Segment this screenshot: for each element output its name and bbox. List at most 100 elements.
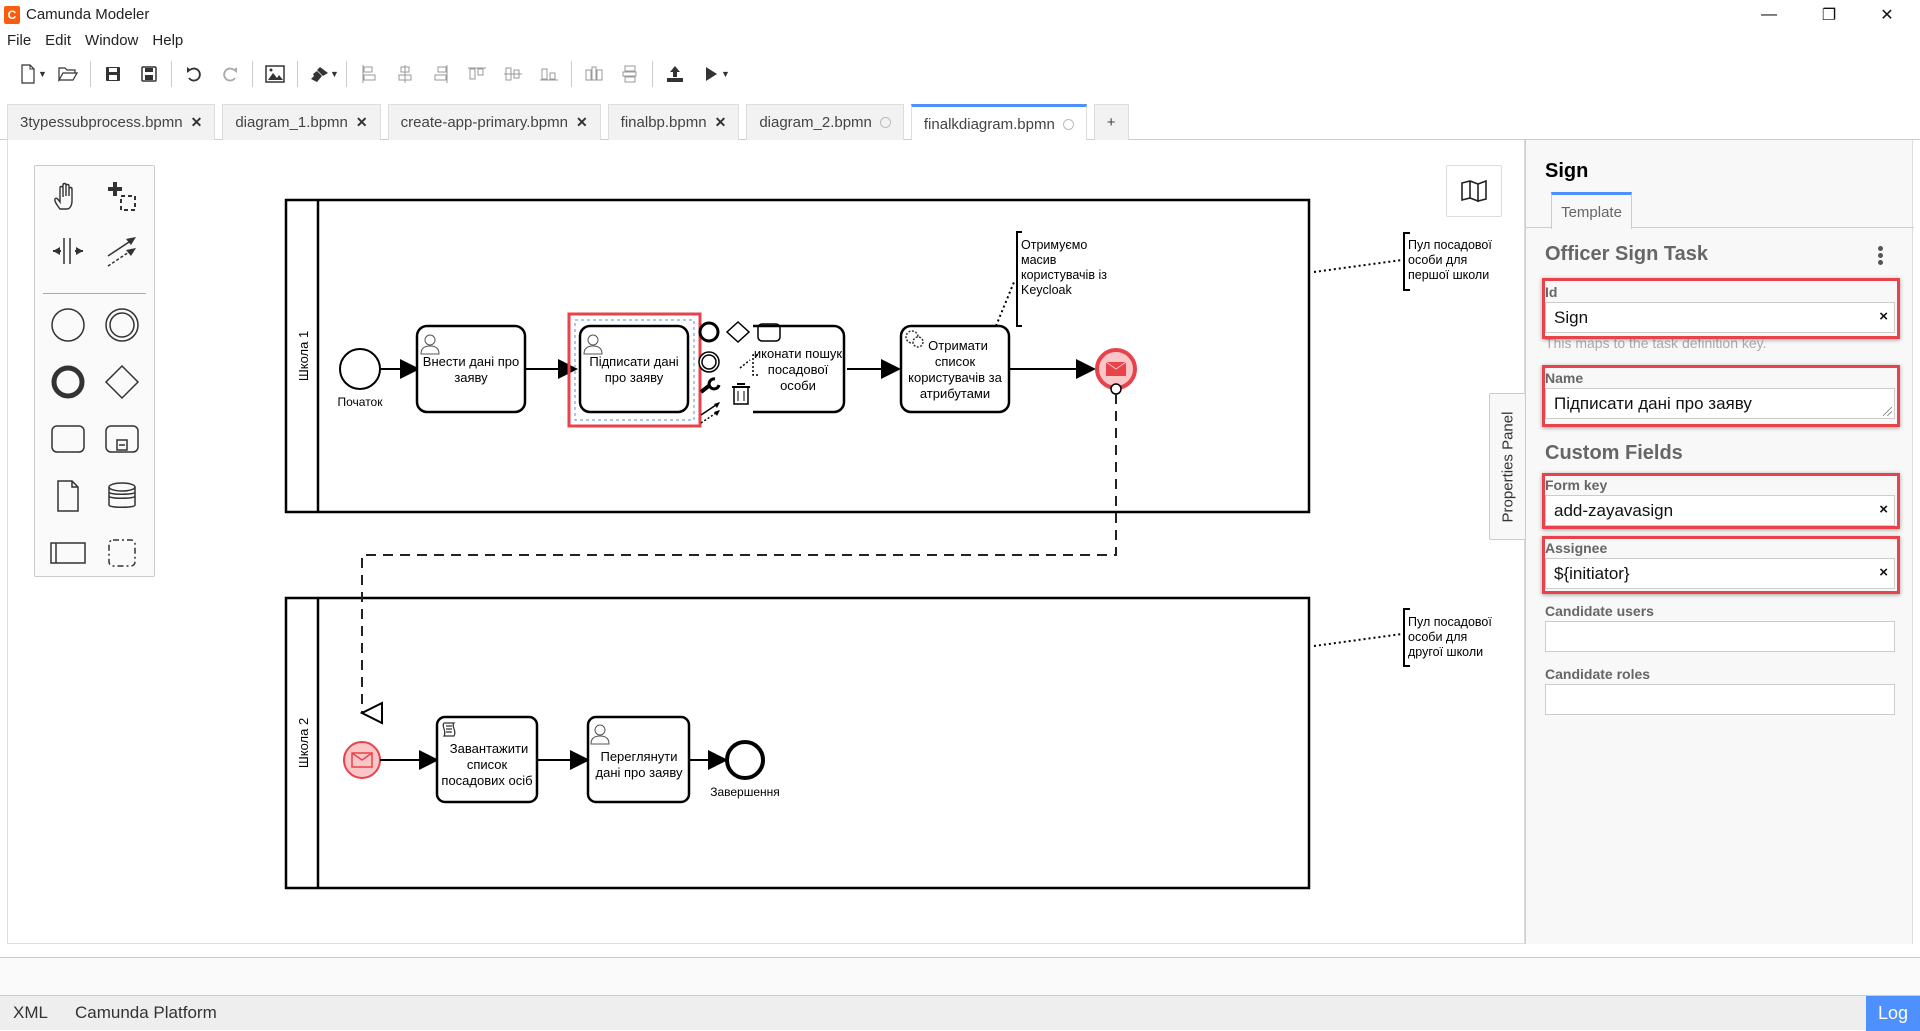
close-tab-icon[interactable]: ✕: [715, 114, 727, 131]
align-center-button[interactable]: [387, 59, 423, 89]
execution-platform-button[interactable]: Camunda Platform: [75, 1003, 217, 1023]
maximize-button[interactable]: ❐: [1800, 0, 1858, 30]
xml-view-button[interactable]: XML: [13, 1003, 48, 1023]
trash-icon[interactable]: [732, 383, 750, 405]
clear-icon[interactable]: ×: [1879, 308, 1888, 325]
distribute-horizontal-button[interactable]: [576, 59, 612, 89]
align-middle-button[interactable]: [495, 59, 531, 89]
redo-icon: [223, 67, 237, 82]
menu-window[interactable]: Window: [78, 30, 145, 54]
minimap-toggle-button[interactable]: [1446, 165, 1502, 217]
properties-panel-toggle[interactable]: Properties Panel: [1489, 393, 1526, 540]
candidate-users-input[interactable]: [1545, 621, 1895, 652]
lasso-tool[interactable]: [99, 174, 145, 220]
map-icon: [1461, 179, 1487, 202]
append-gateway-icon[interactable]: [725, 320, 751, 344]
append-intermediate-event-icon[interactable]: [698, 351, 720, 373]
candidate-roles-input[interactable]: [1545, 684, 1895, 715]
tab-finalbp[interactable]: finalbp.bpmn ✕: [607, 104, 740, 140]
end-event[interactable]: Завершення: [710, 740, 780, 799]
create-pool[interactable]: [45, 530, 91, 576]
create-task[interactable]: [45, 416, 91, 462]
save-button[interactable]: [95, 59, 131, 89]
camunda-logo-icon: C: [4, 6, 20, 24]
bpmn-diagram: Школа 1 Школа 2 Початок Внести дані про з…: [284, 198, 1492, 890]
candidate-users-field: Candidate users: [1545, 603, 1895, 652]
new-file-dropdown[interactable]: ▼: [38, 69, 50, 79]
create-intermediate-event[interactable]: [99, 302, 145, 348]
user-task-enter-data[interactable]: Внести дані про заяву: [415, 324, 527, 414]
tab-create-app-primary[interactable]: create-app-primary.bpmn ✕: [387, 104, 601, 140]
save-icon: [106, 67, 120, 81]
connect-icon[interactable]: [700, 402, 720, 424]
script-task-load-officers[interactable]: Завантажити список посадових осіб: [435, 715, 539, 804]
name-input[interactable]: Підписати дані про заяву: [1545, 388, 1895, 419]
create-group[interactable]: [99, 530, 145, 576]
create-start-event[interactable]: [45, 302, 91, 348]
tab-label: diagram_1.bpmn: [235, 114, 348, 131]
menu-file[interactable]: File: [0, 30, 38, 54]
tab-template[interactable]: Template: [1551, 192, 1632, 229]
hand-tool[interactable]: [45, 174, 91, 220]
message-start-event[interactable]: [343, 741, 381, 779]
deploy-button[interactable]: [657, 59, 693, 89]
clear-icon[interactable]: ×: [1879, 501, 1888, 518]
run-dropdown[interactable]: ▼: [721, 69, 733, 79]
message-flow[interactable]: [362, 394, 1117, 713]
create-data-store[interactable]: [99, 473, 145, 519]
add-tab-button[interactable]: +: [1093, 104, 1129, 140]
align-left-button[interactable]: [351, 59, 387, 89]
global-connect-tool[interactable]: [99, 228, 145, 274]
create-gateway[interactable]: [99, 359, 145, 405]
wrench-icon[interactable]: [699, 377, 721, 394]
text-annotation-keycloak[interactable]: Отримуємо масив користувачів із Keycloak: [995, 231, 1107, 327]
log-button[interactable]: Log: [1866, 996, 1920, 1031]
create-data-object[interactable]: [45, 473, 91, 519]
close-tab-icon[interactable]: ✕: [191, 114, 203, 131]
align-bottom-button[interactable]: [531, 59, 567, 89]
start-event[interactable]: Початок: [338, 348, 384, 409]
align-top-button[interactable]: [459, 59, 495, 89]
data-store-icon: [108, 482, 136, 508]
more-vertical-icon: [1877, 246, 1883, 251]
append-end-event-icon[interactable]: [698, 321, 720, 343]
clear-icon[interactable]: ×: [1879, 564, 1888, 581]
diagram-canvas[interactable]: Школа 1 Школа 2 Початок Внести дані про з…: [7, 140, 1525, 944]
save-as-button[interactable]: [131, 59, 167, 89]
text-annotation-pool-2[interactable]: Пул посадової особи для другої школи: [1313, 608, 1492, 667]
maximize-icon: ❐: [1821, 7, 1837, 24]
text-annotation-pool-1[interactable]: Пул посадової особи для першої школи: [1313, 232, 1492, 291]
service-task-get-users[interactable]: Отримати список користувачів за атрибутами: [899, 324, 1011, 414]
close-window-button[interactable]: ✕: [1858, 0, 1916, 30]
create-end-event[interactable]: [45, 359, 91, 405]
id-input[interactable]: Sign ×: [1545, 302, 1895, 333]
distribute-vertical-button[interactable]: [612, 59, 648, 89]
tab-label: create-app-primary.bpmn: [400, 114, 568, 131]
color-dropdown[interactable]: ▼: [330, 69, 342, 79]
open-file-button[interactable]: [50, 59, 86, 89]
resize-handle[interactable]: [1883, 407, 1892, 416]
align-right-button[interactable]: [423, 59, 459, 89]
user-task-review[interactable]: Переглянути дані про заяву: [586, 715, 691, 804]
message-end-event[interactable]: [1095, 348, 1137, 395]
close-tab-icon[interactable]: ✕: [356, 114, 368, 131]
create-subprocess[interactable]: [99, 416, 145, 462]
tab-diagram-2[interactable]: diagram_2.bpmn: [746, 104, 904, 140]
close-tab-icon[interactable]: ✕: [576, 114, 588, 131]
template-menu-button[interactable]: [1874, 244, 1886, 266]
unsaved-dot-icon[interactable]: [879, 117, 891, 128]
minimize-button[interactable]: —: [1740, 0, 1798, 30]
user-task-sign[interactable]: Підписати дані про заяву: [567, 312, 702, 428]
export-image-button[interactable]: [257, 59, 293, 89]
tab-finalkdiagram[interactable]: finalkdiagram.bpmn: [910, 104, 1087, 141]
unsaved-dot-icon[interactable]: [1062, 118, 1074, 130]
redo-button[interactable]: [212, 59, 248, 89]
tab-diagram-1[interactable]: diagram_1.bpmn ✕: [222, 104, 381, 140]
menu-help[interactable]: Help: [145, 30, 190, 54]
undo-button[interactable]: [176, 59, 212, 89]
menu-edit[interactable]: Edit: [38, 30, 78, 54]
form-key-input[interactable]: add-zayavasign ×: [1545, 495, 1895, 526]
assignee-input[interactable]: ${initiator} ×: [1545, 558, 1895, 589]
space-tool[interactable]: [45, 228, 91, 274]
tab-3typessubprocess[interactable]: 3typessubprocess.bpmn ✕: [7, 104, 216, 140]
